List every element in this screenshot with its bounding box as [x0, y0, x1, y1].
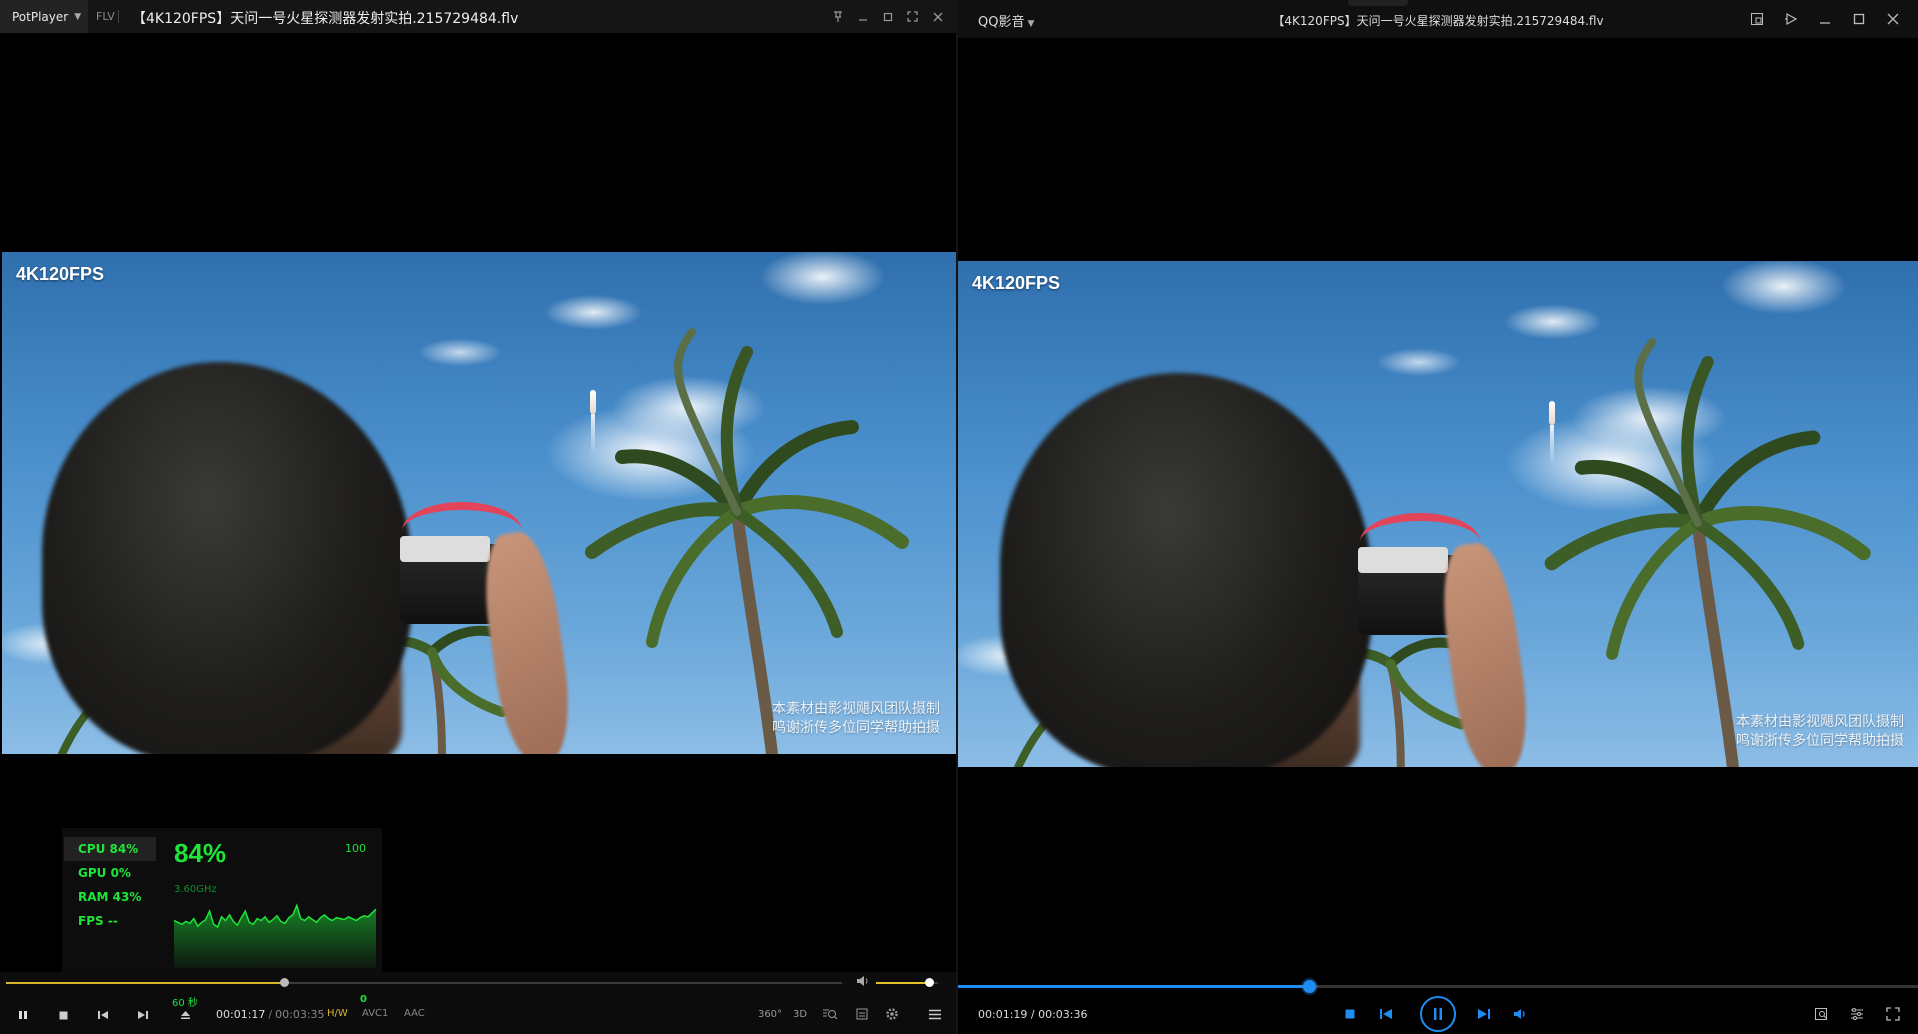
qqplayer-window: QQ影音 ▼ 【4K120FPS】天问一号火星探测器发射实拍.215729484.…: [958, 0, 1918, 1034]
screenshot-icon[interactable]: [1808, 1002, 1834, 1026]
graph-max-label: 100: [345, 842, 366, 855]
pin-icon[interactable]: [1774, 4, 1808, 34]
qqplayer-controlbar: 00:01:19 / 00:03:36: [958, 990, 1918, 1034]
pause-button[interactable]: [1420, 996, 1456, 1032]
video-label: 4K120FPS: [972, 273, 1061, 293]
seek-handle[interactable]: [280, 978, 290, 987]
volume-slider[interactable]: [876, 978, 938, 987]
seek-bar[interactable]: [6, 978, 842, 987]
minimize-icon[interactable]: [850, 4, 875, 29]
potplayer-menu-button[interactable]: PotPlayer ▼: [0, 0, 88, 33]
format-label: FLV: [96, 10, 115, 23]
credit-line-2: 鸣谢浙传多位同学帮助拍摄: [772, 719, 940, 736]
volume-fill: [876, 982, 929, 984]
vr360-button[interactable]: 360°: [758, 1002, 782, 1026]
chevron-down-icon: ▼: [74, 11, 82, 22]
zoom-icon[interactable]: [818, 1002, 842, 1026]
playback-time: 00:01:17/00:03:35: [216, 1008, 325, 1021]
next-button[interactable]: [130, 1002, 156, 1028]
potplayer-titlebar: PotPlayer ▼ FLV 【4K120FPS】天问一号火星探测器发射实拍.…: [0, 0, 956, 33]
potplayer-seekbar-zone: [0, 972, 956, 994]
video-label: 4K120FPS: [16, 264, 105, 284]
cpu-usage-big: 84%: [174, 838, 227, 868]
video-codec-tag[interactable]: AVC1: [362, 1008, 388, 1019]
minimize-icon[interactable]: [1808, 4, 1842, 34]
stop-button[interactable]: [1340, 1004, 1360, 1024]
rocket-trail: [591, 414, 595, 454]
credit-line-1: 本素材由影视飓风团队摄制: [1736, 714, 1904, 730]
fullscreen-icon[interactable]: [1880, 1002, 1906, 1026]
menu-icon[interactable]: [922, 1002, 948, 1026]
camera-top: [1358, 547, 1448, 573]
counter-label: 0: [360, 994, 367, 1005]
cpu-frequency: 3.60GHz: [174, 884, 217, 895]
volume-icon[interactable]: [856, 975, 870, 991]
potplayer-controlbar: 60 秒 00:01:17/00:03:35 0 H/W AVC1 AAC 36…: [0, 994, 956, 1034]
eject-button[interactable]: [172, 1002, 198, 1028]
3d-button[interactable]: 3D: [788, 1002, 812, 1026]
cpu-stat[interactable]: CPU 84%: [64, 837, 156, 861]
fullscreen-icon[interactable]: [900, 4, 925, 29]
seek-bar[interactable]: [958, 980, 1918, 993]
divider: [118, 10, 119, 23]
qqplayer-titlebar: QQ影音 ▼ 【4K120FPS】天问一号火星探测器发射实拍.215729484.…: [958, 0, 1918, 38]
mini-mode-icon[interactable]: [1740, 4, 1774, 34]
video-frame[interactable]: 4K120FPS 本素材由影视飓风团队摄制 鸣谢浙传多位同学帮助拍摄: [958, 261, 1918, 767]
total-time: 00:03:35: [275, 1008, 325, 1021]
file-title: 【4K120FPS】天问一号火星探测器发射实拍.215729484.flv: [132, 11, 519, 27]
rocket: [590, 390, 596, 414]
audio-codec-tag[interactable]: AAC: [404, 1008, 425, 1019]
time-separator: /: [268, 1008, 273, 1021]
video-credits: 本素材由影视飓风团队摄制 鸣谢浙传多位同学帮助拍摄: [1736, 713, 1904, 751]
seek-bar-fill: [958, 985, 1310, 988]
close-icon[interactable]: [1876, 4, 1910, 34]
volume-handle[interactable]: [924, 978, 934, 987]
performance-overlay: CPU 84% GPU 0% RAM 43% FPS -- 84% 100 3.…: [62, 828, 382, 972]
previous-button[interactable]: [90, 1002, 116, 1028]
cpu-graph-area: [174, 905, 376, 968]
video-credits: 本素材由影视飓风团队摄制 鸣谢浙传多位同学帮助拍摄: [772, 700, 940, 738]
credit-line-1: 本素材由影视飓风团队摄制: [772, 701, 940, 717]
pause-button[interactable]: [10, 1002, 36, 1028]
next-button[interactable]: [1474, 1004, 1494, 1024]
pin-icon[interactable]: [825, 4, 850, 29]
seek-bar-fill: [6, 982, 285, 984]
hw-decoder-tag[interactable]: H/W: [327, 1008, 348, 1019]
maximize-icon[interactable]: [875, 4, 900, 29]
fps-stat[interactable]: FPS --: [64, 909, 156, 933]
video-frame[interactable]: 4K120FPS 本素材由影视飓风团队摄制 鸣谢浙传多位同学帮助拍摄: [2, 252, 956, 754]
gpu-stat[interactable]: GPU 0%: [64, 861, 156, 885]
subtitle-icon[interactable]: [850, 1002, 874, 1026]
ram-stat[interactable]: RAM 43%: [64, 885, 156, 909]
close-icon[interactable]: [925, 4, 950, 29]
camera-top: [400, 536, 490, 562]
settings-sliders-icon[interactable]: [1844, 1002, 1870, 1026]
volume-icon[interactable]: [1510, 1004, 1530, 1024]
gear-icon[interactable]: [880, 1002, 904, 1026]
current-time: 00:01:17: [216, 1008, 266, 1021]
potplayer-window: PotPlayer ▼ FLV 【4K120FPS】天问一号火星探测器发射实拍.…: [0, 0, 956, 1034]
rocket-trail: [1550, 425, 1554, 465]
maximize-icon[interactable]: [1842, 4, 1876, 34]
credit-line-2: 鸣谢浙传多位同学帮助拍摄: [1736, 732, 1904, 749]
app-name: PotPlayer: [12, 9, 69, 24]
title-notch: [1348, 0, 1408, 6]
playback-time: 00:01:19 / 00:03:36: [978, 1008, 1088, 1021]
rocket: [1549, 401, 1555, 425]
stop-button[interactable]: [50, 1002, 76, 1028]
previous-button[interactable]: [1376, 1004, 1396, 1024]
